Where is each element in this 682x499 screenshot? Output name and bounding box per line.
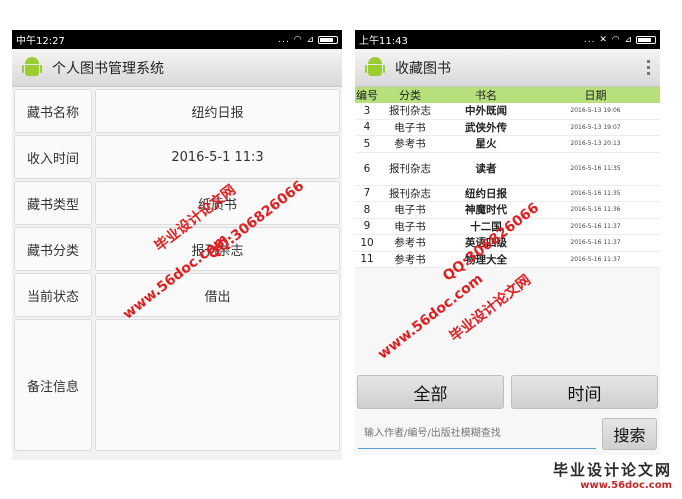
form-row-notes: 备注信息 xyxy=(14,319,340,451)
form-row-name: 藏书名称 纽约日报 xyxy=(14,89,340,133)
status-time: 上午11:43 xyxy=(359,36,408,47)
right-phone-screen: 上午11:43 ... ✕ ◠ ⊿ 收藏图书 编号 分类 书名 日期 3 报刊杂… xyxy=(355,30,660,455)
footer-watermark-url: www.56doc.com xyxy=(580,480,672,491)
show-all-button[interactable]: 全部 xyxy=(357,375,504,409)
action-bar: 收藏图书 xyxy=(355,49,660,87)
book-category-field[interactable]: 报刊杂志 xyxy=(95,227,340,271)
field-label: 收入时间 xyxy=(14,135,92,179)
overflow-menu-icon[interactable] xyxy=(647,60,650,75)
search-button[interactable]: 搜索 xyxy=(602,418,657,450)
status-bar: 上午11:43 ... ✕ ◠ ⊿ xyxy=(355,30,660,49)
filter-buttons: 全部 时间 xyxy=(355,375,660,409)
table-row[interactable]: 5 参考书 星火 2016-5-13 20:13 xyxy=(355,136,660,153)
field-label: 备注信息 xyxy=(14,319,92,451)
form-row-time: 收入时间 2016-5-1 11:3 xyxy=(14,135,340,179)
book-detail-form: 藏书名称 纽约日报 收入时间 2016-5-1 11:3 藏书类型 纸质书 藏书… xyxy=(12,87,342,455)
left-phone-screen: 中午12:27 ... ◠ ⊿ 个人图书管理系统 藏书名称 纽约日报 收入时间 … xyxy=(12,30,342,460)
field-label: 当前状态 xyxy=(14,273,92,317)
table-row[interactable]: 11 参考书 物理大全 2016-5-16 11:37 xyxy=(355,252,660,268)
android-app-icon xyxy=(22,56,42,79)
footer-watermark-title: 毕业设计论文网 xyxy=(552,461,672,479)
table-row[interactable]: 7 报刊杂志 纽约日报 2016-5-16 11:35 xyxy=(355,186,660,202)
book-list: 3 报刊杂志 中外既闻 2016-5-13 19:06 4 电子书 武侠外传 2… xyxy=(355,103,660,268)
footer-watermark: 毕业设计论文网 www.56doc.com xyxy=(553,459,672,491)
status-time: 中午12:27 xyxy=(16,36,65,47)
sort-by-time-button[interactable]: 时间 xyxy=(511,375,658,409)
col-header-date[interactable]: 日期 xyxy=(531,87,660,103)
table-row[interactable]: 8 电子书 神魔时代 2016-5-16 11:36 xyxy=(355,202,660,219)
table-header: 编号 分类 书名 日期 xyxy=(355,87,660,103)
book-name-field[interactable]: 纽约日报 xyxy=(95,89,340,133)
form-row-status: 当前状态 借出 xyxy=(14,273,340,317)
signal-icon: ... ◠ ⊿ xyxy=(278,34,315,45)
table-row[interactable]: 10 参考书 英语四级 2016-5-16 11:37 xyxy=(355,235,660,252)
field-label: 藏书分类 xyxy=(14,227,92,271)
field-label: 藏书类型 xyxy=(14,181,92,225)
signal-icon: ... ✕ ◠ ⊿ xyxy=(583,34,633,45)
field-label: 藏书名称 xyxy=(14,89,92,133)
col-header-category[interactable]: 分类 xyxy=(379,87,441,103)
android-app-icon xyxy=(365,56,385,79)
table-row[interactable]: 3 报刊杂志 中外既闻 2016-5-13 19:06 xyxy=(355,103,660,120)
form-row-category: 藏书分类 报刊杂志 xyxy=(14,227,340,271)
search-input[interactable] xyxy=(358,419,596,449)
current-status-field[interactable]: 借出 xyxy=(95,273,340,317)
status-bar: 中午12:27 ... ◠ ⊿ xyxy=(12,30,342,49)
table-row[interactable]: 6 报刊杂志 读者 2016-5-16 11:35 xyxy=(355,153,660,186)
battery-icon xyxy=(636,35,656,44)
col-header-id[interactable]: 编号 xyxy=(355,87,379,103)
battery-icon xyxy=(318,35,338,44)
status-icons: ... ✕ ◠ ⊿ xyxy=(584,35,656,45)
form-row-type: 藏书类型 纸质书 xyxy=(14,181,340,225)
notes-field[interactable] xyxy=(95,319,340,451)
status-icons: ... ◠ ⊿ xyxy=(278,35,338,45)
received-time-field[interactable]: 2016-5-1 11:3 xyxy=(95,135,340,179)
search-bar: 搜索 xyxy=(355,418,660,450)
table-row[interactable]: 4 电子书 武侠外传 2016-5-13 19:07 xyxy=(355,120,660,136)
table-row[interactable]: 9 电子书 十二国 2016-5-16 11:37 xyxy=(355,219,660,235)
book-type-field[interactable]: 纸质书 xyxy=(95,181,340,225)
col-header-name[interactable]: 书名 xyxy=(441,87,531,103)
action-bar: 个人图书管理系统 xyxy=(12,49,342,87)
app-title: 个人图书管理系统 xyxy=(52,60,164,77)
app-title: 收藏图书 xyxy=(395,60,451,77)
